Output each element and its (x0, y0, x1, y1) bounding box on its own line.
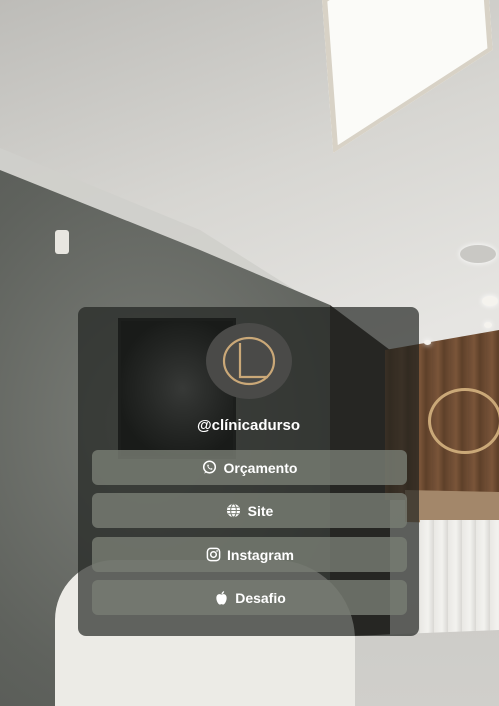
instagram-link-button[interactable]: Instagram (92, 537, 407, 572)
profile-avatar (206, 323, 292, 399)
wall-logo (428, 388, 499, 454)
wall-outlet (55, 230, 69, 254)
globe-icon (226, 503, 242, 519)
ceiling-spotlight (460, 245, 496, 263)
ceiling-spotlight (424, 340, 431, 345)
background-photo: @clínicadurso Orçamento Site Instagram D… (0, 0, 499, 706)
ceiling-spotlight (484, 322, 492, 328)
site-label: Site (247, 502, 274, 519)
orcamento-label: Orçamento (223, 459, 298, 476)
site-link-button[interactable]: Site (92, 493, 407, 528)
orcamento-link-button[interactable]: Orçamento (92, 450, 407, 485)
profile-handle: @clínicadurso (197, 417, 300, 434)
instagram-icon (205, 547, 221, 563)
ceiling-spotlight (482, 296, 498, 306)
desafio-label: Desafio (235, 589, 286, 606)
dl-monogram-icon (206, 323, 292, 399)
apple-icon (213, 590, 229, 606)
whatsapp-icon (202, 460, 218, 476)
instagram-label: Instagram (227, 546, 294, 563)
desafio-link-button[interactable]: Desafio (92, 580, 407, 615)
